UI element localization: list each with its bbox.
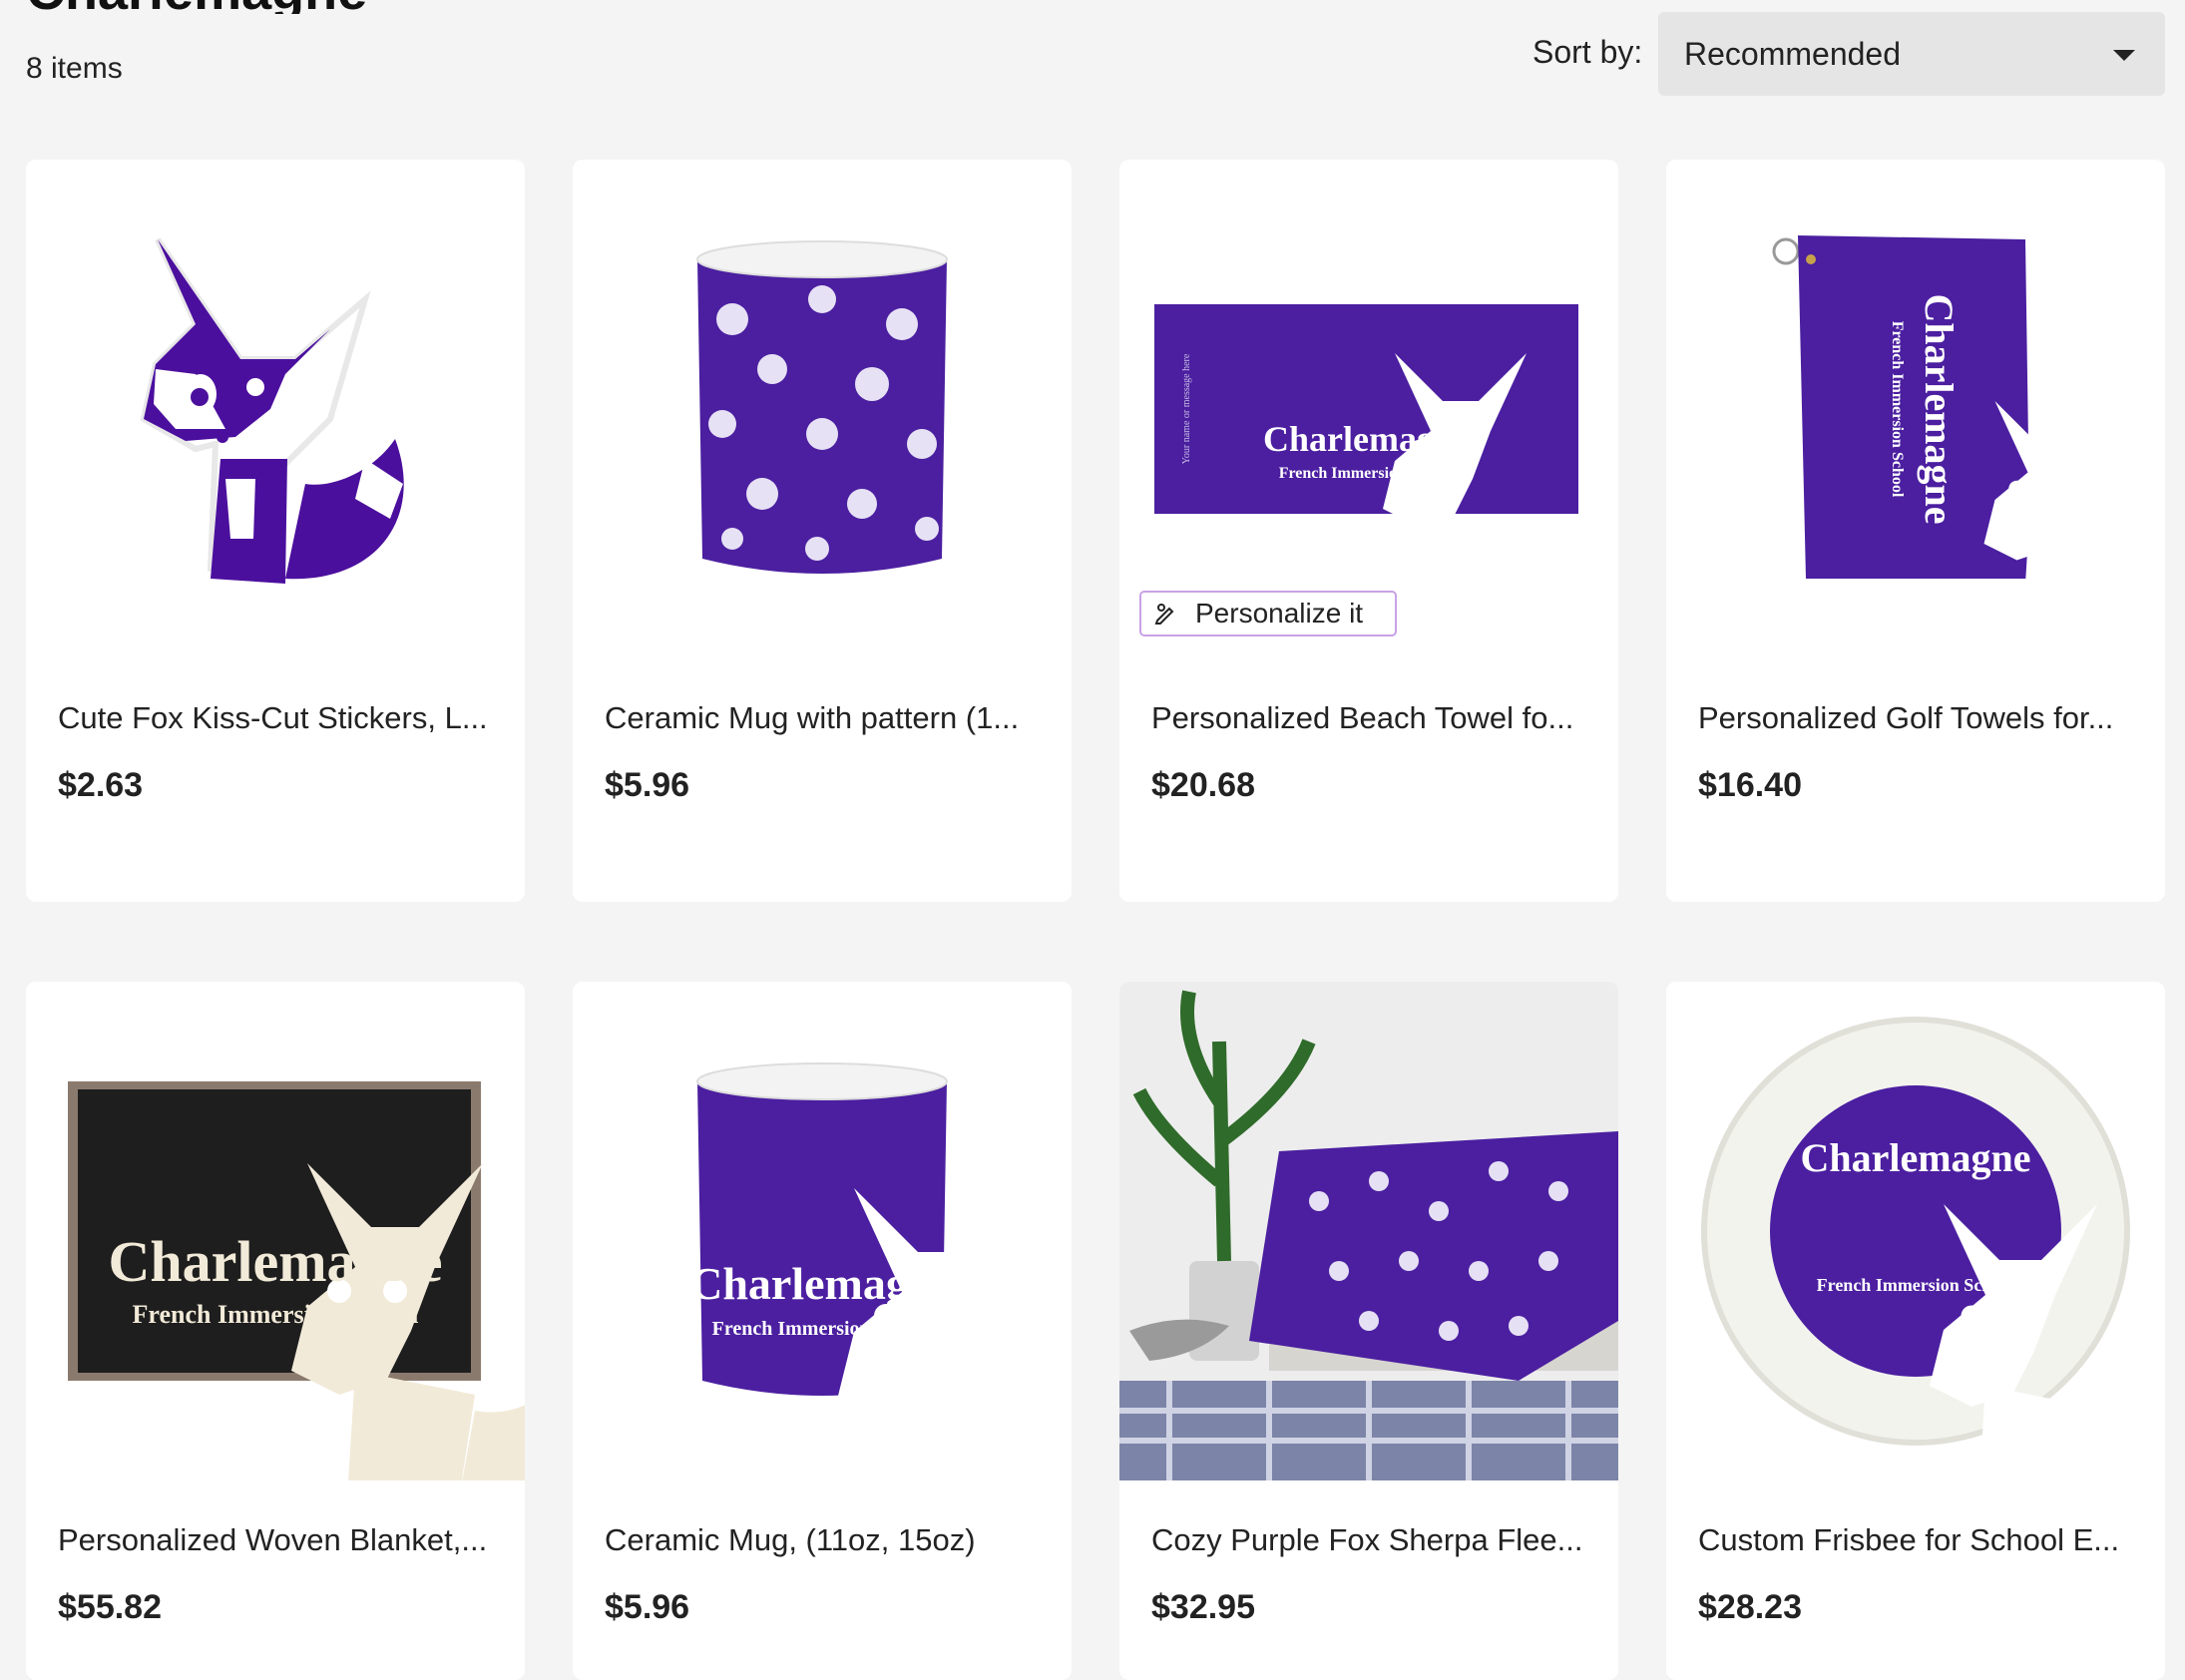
product-image-golf-towel[interactable]: Charlemagne French Immersion School [1666, 160, 2165, 658]
personalize-label: Personalize it [1195, 598, 1364, 629]
sort-selected-value: Recommended [1684, 35, 1901, 72]
item-count: 8 items [26, 52, 123, 85]
product-card[interactable]: Charlemagne French Immersion School Cust… [1666, 982, 2165, 1680]
product-card[interactable]: Ceramic Mug with pattern (1... $5.96 [573, 160, 1072, 902]
product-title[interactable]: Ceramic Mug, (11oz, 15oz) [605, 1522, 1044, 1558]
product-price: $16.40 [1698, 766, 1802, 804]
product-title[interactable]: Cozy Purple Fox Sherpa Flee... [1151, 1522, 1590, 1558]
sort-label: Sort by: [1532, 34, 1643, 70]
blanket-logo-name: Charlemagne [108, 1229, 442, 1294]
frisbee-logo-subtitle: French Immersion School [1817, 1275, 2015, 1295]
frisbee-logo-name: Charlemagne [1800, 1135, 2030, 1180]
caret-down-icon [2113, 50, 2135, 61]
blanket-logo-subtitle: French Immersion School [133, 1300, 419, 1329]
product-image-logo-mug[interactable]: Charlemagne French Immersion School [573, 982, 1072, 1480]
product-title[interactable]: Personalized Woven Blanket,... [58, 1522, 497, 1558]
product-title[interactable]: Custom Frisbee for School E... [1698, 1522, 2137, 1558]
mug-logo-name: Charlemagne [689, 1258, 955, 1309]
product-title[interactable]: Personalized Beach Towel fo... [1151, 700, 1590, 736]
product-title[interactable]: Personalized Golf Towels for... [1698, 700, 2137, 736]
product-image-sherpa-blanket[interactable] [1119, 982, 1618, 1480]
product-card[interactable]: Cozy Purple Fox Sherpa Flee... $32.95 [1119, 982, 1618, 1680]
product-card[interactable]: Charlemagne French Immersion School Pers… [1666, 160, 2165, 902]
product-image-pattern-mug[interactable] [573, 160, 1072, 658]
product-image-beach-towel[interactable]: Your name or message here Charlemagne Fr… [1119, 160, 1618, 658]
logo-name-text: Charlemagne [1263, 419, 1471, 459]
edit-pencil-icon [1154, 604, 1174, 625]
golf-logo-subtitle: French Immersion School [1889, 321, 1906, 498]
product-price: $5.96 [605, 766, 690, 804]
product-card[interactable]: Charlemagne French Immersion School Pers… [26, 982, 525, 1680]
product-image-fox-sticker[interactable] [26, 160, 525, 658]
personalize-it-button[interactable]: Personalize it [1139, 591, 1397, 636]
logo-subtitle-text: French Immersion School [1279, 465, 1456, 482]
product-price: $28.23 [1698, 1588, 1802, 1626]
product-image-frisbee[interactable]: Charlemagne French Immersion School [1666, 982, 2165, 1480]
product-price: $5.96 [605, 1588, 690, 1626]
product-title[interactable]: Ceramic Mug with pattern (1... [605, 700, 1044, 736]
mug-logo-subtitle: French Immersion School [712, 1318, 933, 1340]
product-price: $55.82 [58, 1588, 162, 1626]
product-image-woven-blanket[interactable]: Charlemagne French Immersion School [26, 982, 525, 1480]
sort-dropdown[interactable]: Recommended [1658, 12, 2165, 96]
product-card[interactable]: Charlemagne French Immersion School Cera… [573, 982, 1072, 1680]
product-price: $32.95 [1151, 1588, 1255, 1626]
page-title: Charlemagne [26, 0, 367, 14]
product-card[interactable]: Cute Fox Kiss-Cut Stickers, L... $2.63 [26, 160, 525, 902]
product-title[interactable]: Cute Fox Kiss-Cut Stickers, L... [58, 700, 497, 736]
golf-logo-name: Charlemagne [1917, 293, 1962, 524]
product-price: $2.63 [58, 766, 144, 804]
product-card[interactable]: Your name or message here Charlemagne Fr… [1119, 160, 1618, 902]
towel-note-text: Your name or message here [1181, 353, 1192, 464]
page-title-clip: Charlemagne [0, 0, 798, 14]
product-price: $20.68 [1151, 766, 1255, 804]
